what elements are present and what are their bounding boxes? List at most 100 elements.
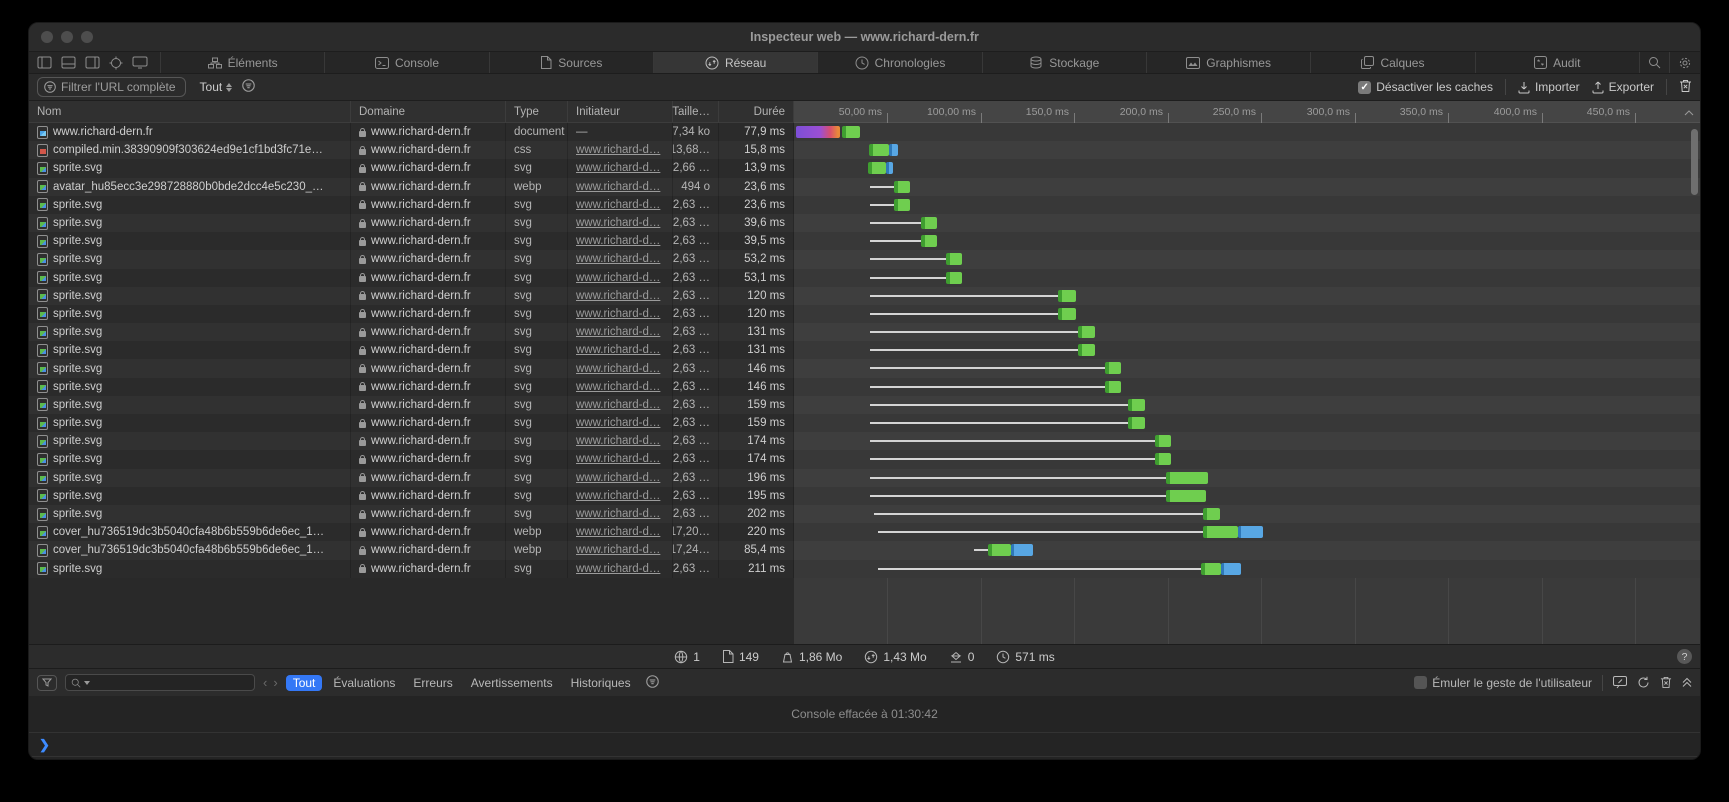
waterfall-row[interactable] <box>794 560 1700 578</box>
table-row[interactable]: sprite.svgwww.richard-dern.frsvgwww.rich… <box>29 487 794 505</box>
table-row[interactable]: sprite.svgwww.richard-dern.frsvgwww.rich… <box>29 196 794 214</box>
waterfall-row[interactable] <box>794 523 1700 541</box>
table-row[interactable]: sprite.svgwww.richard-dern.frsvgwww.rich… <box>29 232 794 250</box>
next-result-button[interactable]: › <box>273 675 277 690</box>
tab-elements[interactable]: Éléments <box>161 52 325 73</box>
col-initiateur[interactable]: Initiateur <box>568 101 673 122</box>
col-taille[interactable]: Taille… <box>673 101 719 122</box>
console-search-input[interactable] <box>65 674 255 691</box>
initiator-link[interactable]: www.richard-d… <box>576 363 660 375</box>
search-button[interactable] <box>1640 52 1670 73</box>
dock-left-icon[interactable] <box>37 56 52 69</box>
element-picker-icon[interactable] <box>109 56 123 70</box>
console-annotation-icon[interactable] <box>1613 676 1627 689</box>
initiator-link[interactable]: www.richard-d… <box>576 181 660 193</box>
table-row[interactable]: sprite.svgwww.richard-dern.frsvgwww.rich… <box>29 287 794 305</box>
initiator-link[interactable]: www.richard-d… <box>576 253 660 265</box>
tab-console[interactable]: Console <box>325 52 489 73</box>
initiator-link[interactable]: www.richard-d… <box>576 381 660 393</box>
console-filter-funnel-icon[interactable] <box>37 675 57 691</box>
reload-icon[interactable] <box>1637 676 1650 689</box>
initiator-link[interactable]: www.richard-d… <box>576 344 660 356</box>
table-row[interactable]: sprite.svgwww.richard-dern.frsvgwww.rich… <box>29 359 794 377</box>
waterfall-row[interactable] <box>794 432 1700 450</box>
col-duree[interactable]: Durée <box>719 101 794 122</box>
initiator-link[interactable]: www.richard-d… <box>576 563 660 575</box>
waterfall-row[interactable] <box>794 450 1700 468</box>
initiator-link[interactable]: www.richard-d… <box>576 144 660 156</box>
table-row[interactable]: sprite.svgwww.richard-dern.frsvgwww.rich… <box>29 159 794 177</box>
initiator-link[interactable]: www.richard-d… <box>576 435 660 447</box>
waterfall-row[interactable] <box>794 232 1700 250</box>
waterfall-row[interactable] <box>794 287 1700 305</box>
collapse-chevrons-icon[interactable] <box>1682 677 1692 688</box>
waterfall-row[interactable] <box>794 178 1700 196</box>
resource-type-select[interactable]: Tout <box>200 80 233 94</box>
console-scope-tout[interactable]: Tout <box>286 675 323 691</box>
table-row[interactable]: www.richard-dern.frwww.richard-dern.frdo… <box>29 123 794 141</box>
settings-gear-icon[interactable] <box>1670 52 1700 73</box>
waterfall-row[interactable] <box>794 159 1700 177</box>
tab-sources[interactable]: Sources <box>490 52 654 73</box>
col-nom[interactable]: Nom <box>29 101 351 122</box>
table-row[interactable]: sprite.svgwww.richard-dern.frsvgwww.rich… <box>29 341 794 359</box>
console-scope-erreurs[interactable]: Erreurs <box>406 675 459 691</box>
table-row[interactable]: sprite.svgwww.richard-dern.frsvgwww.rich… <box>29 505 794 523</box>
console-filter-options-icon[interactable] <box>646 675 659 691</box>
waterfall-row[interactable] <box>794 123 1700 141</box>
table-row[interactable]: cover_hu736519dc3b5040cfa48b6b559b6de6ec… <box>29 523 794 541</box>
table-row[interactable]: sprite.svgwww.richard-dern.frsvgwww.rich… <box>29 396 794 414</box>
waterfall-row[interactable] <box>794 378 1700 396</box>
console-scope-évaluations[interactable]: Évaluations <box>326 675 402 691</box>
initiator-link[interactable]: www.richard-d… <box>576 508 660 520</box>
table-row[interactable]: cover_hu736519dc3b5040cfa48b6b559b6de6ec… <box>29 541 794 559</box>
url-filter-input[interactable]: Filtrer l'URL complète <box>37 77 186 97</box>
tab-audit[interactable]: Audit <box>1476 52 1640 73</box>
initiator-link[interactable]: www.richard-d… <box>576 217 660 229</box>
col-type[interactable]: Type <box>506 101 568 122</box>
tab-graphics[interactable]: Graphismes <box>1147 52 1311 73</box>
initiator-link[interactable]: www.richard-d… <box>576 544 660 556</box>
vertical-scrollbar[interactable] <box>1691 129 1698 195</box>
initiator-link[interactable]: www.richard-d… <box>576 308 660 320</box>
table-row[interactable]: sprite.svgwww.richard-dern.frsvgwww.rich… <box>29 323 794 341</box>
initiator-link[interactable]: www.richard-d… <box>576 417 660 429</box>
clear-console-trash-icon[interactable] <box>1660 676 1672 689</box>
table-row[interactable]: sprite.svgwww.richard-dern.frsvgwww.rich… <box>29 305 794 323</box>
initiator-link[interactable]: www.richard-d… <box>576 235 660 247</box>
console-scope-avertissements[interactable]: Avertissements <box>464 675 560 691</box>
initiator-link[interactable]: www.richard-d… <box>576 453 660 465</box>
waterfall-row[interactable] <box>794 305 1700 323</box>
initiator-link[interactable]: www.richard-d… <box>576 162 660 174</box>
table-row[interactable]: avatar_hu85ecc3e298728880b0bde2dcc4e5c23… <box>29 178 794 196</box>
table-row[interactable]: sprite.svgwww.richard-dern.frsvgwww.rich… <box>29 269 794 287</box>
waterfall-row[interactable] <box>794 269 1700 287</box>
dock-right-icon[interactable] <box>85 56 100 69</box>
initiator-link[interactable]: www.richard-d… <box>576 490 660 502</box>
waterfall-row[interactable] <box>794 141 1700 159</box>
device-icon[interactable] <box>132 56 148 69</box>
emulate-user-gesture-checkbox[interactable]: ✓ Émuler le geste de l'utilisateur <box>1414 676 1592 690</box>
table-row[interactable]: sprite.svgwww.richard-dern.frsvgwww.rich… <box>29 432 794 450</box>
initiator-link[interactable]: www.richard-d… <box>576 472 660 484</box>
filter-options-icon[interactable] <box>242 79 255 95</box>
dock-bottom-icon[interactable] <box>61 56 76 69</box>
initiator-link[interactable]: www.richard-d… <box>576 199 660 211</box>
console-scope-historiques[interactable]: Historiques <box>564 675 638 691</box>
table-row[interactable]: sprite.svgwww.richard-dern.frsvgwww.rich… <box>29 250 794 268</box>
waterfall-row[interactable] <box>794 250 1700 268</box>
table-row[interactable]: sprite.svgwww.richard-dern.frsvgwww.rich… <box>29 469 794 487</box>
ruler-chevron-up-icon[interactable] <box>1684 107 1694 119</box>
waterfall-row[interactable] <box>794 396 1700 414</box>
table-row[interactable]: sprite.svgwww.richard-dern.frsvgwww.rich… <box>29 450 794 468</box>
import-button[interactable]: Importer <box>1518 80 1580 94</box>
initiator-link[interactable]: www.richard-d… <box>576 326 660 338</box>
clear-network-trash-icon[interactable] <box>1679 79 1692 96</box>
waterfall-row[interactable] <box>794 341 1700 359</box>
help-button[interactable]: ? <box>1677 649 1692 664</box>
waterfall-row[interactable] <box>794 541 1700 559</box>
table-row[interactable]: compiled.min.38390909f303624ed9e1cf1bd3f… <box>29 141 794 159</box>
table-row[interactable]: sprite.svgwww.richard-dern.frsvgwww.rich… <box>29 560 794 578</box>
waterfall-row[interactable] <box>794 469 1700 487</box>
tab-timelines[interactable]: Chronologies <box>818 52 982 73</box>
